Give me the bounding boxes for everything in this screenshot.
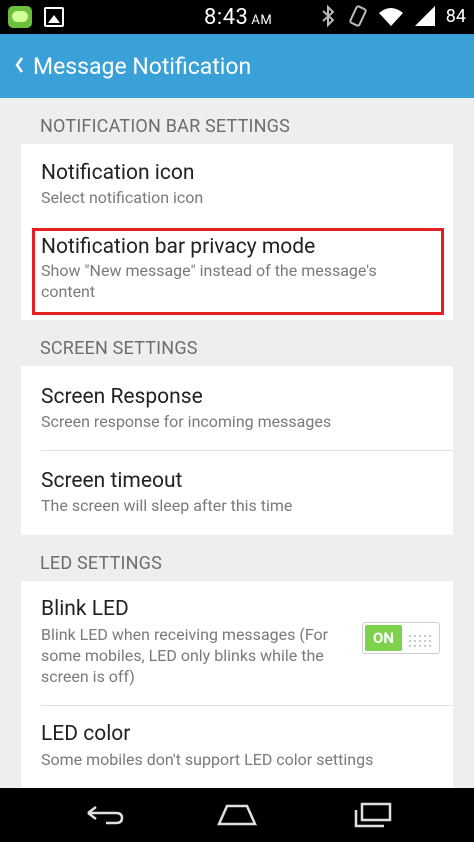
signal-icon: [414, 4, 436, 28]
image-icon: [44, 7, 64, 27]
setting-subtitle: Screen response for incoming messages: [41, 412, 332, 431]
section-header-notification-bar: NOTIFICATION BAR SETTINGS: [40, 116, 291, 137]
setting-screen-timeout[interactable]: Screen timeout The screen will sleep aft…: [21, 451, 453, 535]
status-bar: 8:43 AM 84: [0, 0, 474, 34]
nav-home-icon[interactable]: [215, 802, 259, 828]
setting-screen-response[interactable]: Screen Response Screen response for inco…: [21, 366, 453, 450]
setting-title: Blink LED: [41, 597, 129, 621]
time-value: 8:43: [204, 5, 249, 30]
toggle-grip-icon: [409, 632, 431, 647]
blink-led-toggle[interactable]: ON: [362, 622, 440, 654]
status-time: 8:43 AM: [204, 5, 272, 30]
action-bar: Message Notification: [0, 34, 474, 98]
page-title[interactable]: Message Notification: [33, 53, 251, 80]
bluetooth-icon: [318, 4, 338, 28]
notification-bar-card: Notification icon Select notification ic…: [21, 144, 453, 320]
back-chevron-icon[interactable]: [12, 54, 28, 76]
setting-blink-led[interactable]: Blink LED Blink LED when receiving messa…: [21, 581, 453, 705]
setting-title: Screen Response: [41, 385, 203, 409]
section-header-screen: SCREEN SETTINGS: [40, 338, 198, 359]
nav-back-icon[interactable]: [82, 802, 126, 828]
setting-title: Notification icon: [41, 161, 195, 185]
setting-subtitle: Select notification icon: [41, 188, 204, 207]
setting-subtitle-cont: screen is off): [41, 667, 135, 686]
vibrate-icon: [348, 4, 368, 28]
setting-title: Screen timeout: [41, 469, 183, 493]
setting-notification-icon[interactable]: Notification icon Select notification ic…: [21, 144, 453, 222]
setting-title: LED color: [41, 722, 131, 746]
setting-led-color[interactable]: LED color Some mobiles don't support LED…: [21, 706, 453, 788]
toggle-on-label: ON: [365, 625, 402, 651]
screen-card: Screen Response Screen response for inco…: [21, 366, 453, 535]
setting-subtitle-cont: content: [41, 282, 96, 301]
setting-subtitle: Some mobiles don't support LED color set…: [41, 750, 374, 769]
section-header-led: LED SETTINGS: [40, 553, 163, 574]
setting-subtitle: Show "New message" instead of the messag…: [41, 261, 377, 280]
setting-title: Notification bar privacy mode: [41, 235, 316, 259]
navigation-bar: [0, 788, 474, 842]
setting-notification-privacy-mode[interactable]: Notification bar privacy mode Show "New …: [21, 222, 453, 320]
wifi-icon: [378, 4, 404, 28]
setting-subtitle: The screen will sleep after this time: [41, 496, 293, 515]
battery-level: 84: [445, 5, 466, 27]
app-notification-icon: [8, 6, 32, 28]
settings-list: NOTIFICATION BAR SETTINGS Notification i…: [0, 98, 474, 788]
led-card: Blink LED Blink LED when receiving messa…: [21, 581, 453, 788]
nav-recents-icon[interactable]: [350, 802, 394, 828]
time-ampm: AM: [251, 13, 273, 28]
